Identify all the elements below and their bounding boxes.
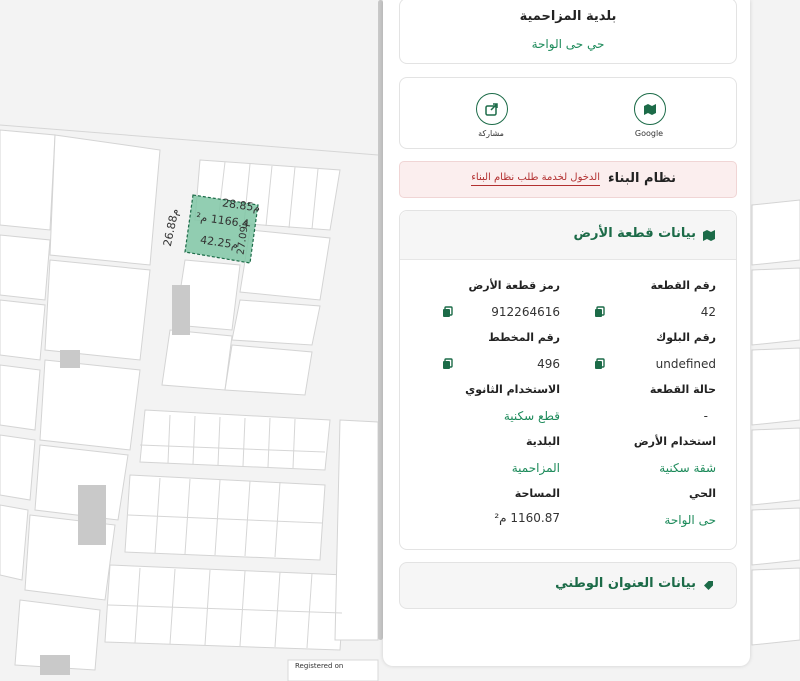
plot-number-value: 42 bbox=[700, 305, 716, 319]
area-value: 1160.87 م² bbox=[494, 511, 560, 525]
land-data-header: بيانات قطعة الأرض bbox=[400, 211, 736, 260]
building-system-link[interactable]: الدخول لخدمة طلب نظام البناء bbox=[471, 172, 600, 186]
building-system-title: نظام البناء bbox=[608, 171, 676, 186]
national-address-title: بيانات العنوان الوطني bbox=[555, 576, 696, 591]
google-label: Google bbox=[634, 129, 664, 138]
block-number-label: رقم البلوك bbox=[656, 331, 716, 344]
map-icon bbox=[644, 104, 656, 115]
registered-text: Registered on bbox=[295, 662, 344, 670]
land-use-value: شقة سكنية bbox=[659, 461, 716, 475]
land-code-value: 912264616 bbox=[491, 305, 560, 319]
municipality-title: بلدية المزاحمية bbox=[519, 9, 617, 24]
municipality-district: حي حى الواحة bbox=[531, 37, 605, 51]
map-icon bbox=[703, 230, 715, 241]
area-label: المساحة bbox=[514, 487, 560, 500]
land-code-label: رمز قطعة الأرض bbox=[468, 279, 560, 292]
plot-number-label: رقم القطعة bbox=[650, 279, 716, 292]
municipality-card: بلدية المزاحمية حي حى الواحة bbox=[399, 0, 737, 64]
plan-number-value: 496 bbox=[537, 357, 560, 371]
land-data-card: بيانات قطعة الأرض رقم القطعة 42 رمز قطعة… bbox=[399, 210, 737, 550]
block-number-value: undefined bbox=[655, 357, 716, 371]
copy-icon[interactable] bbox=[594, 306, 606, 318]
land-data-title: بيانات قطعة الأرض bbox=[573, 226, 696, 241]
share-label: مشاركة bbox=[478, 129, 504, 138]
national-address-card[interactable]: بيانات العنوان الوطني bbox=[399, 562, 737, 609]
secondary-use-label: الاستخدام الثانوي bbox=[465, 383, 560, 396]
plot-status-value: - bbox=[703, 409, 708, 423]
building-system-banner: نظام البناء الدخول لخدمة طلب نظام البناء bbox=[399, 161, 737, 198]
plan-number-label: رقم المخطط bbox=[488, 331, 560, 344]
district-label: الحي bbox=[689, 487, 716, 500]
share-icon bbox=[485, 103, 498, 116]
secondary-use-value: قطع سكنية bbox=[503, 409, 560, 423]
copy-icon[interactable] bbox=[442, 306, 454, 318]
plot-status-label: حالة القطعة bbox=[649, 383, 716, 396]
actions-card: مشاركة Google bbox=[399, 77, 737, 149]
share-button[interactable] bbox=[476, 93, 508, 125]
copy-icon[interactable] bbox=[594, 358, 606, 370]
location-tag-icon bbox=[704, 581, 713, 590]
municipality-value: المزاحمية bbox=[511, 461, 560, 475]
info-panel: بلدية المزاحمية حي حى الواحة مشاركة Goog… bbox=[383, 0, 750, 666]
municipality-label: البلدية bbox=[525, 435, 560, 448]
land-use-label: استخدام الأرض bbox=[633, 435, 716, 448]
google-button[interactable] bbox=[634, 93, 666, 125]
district-value: حى الواحة bbox=[664, 513, 716, 527]
copy-icon[interactable] bbox=[442, 358, 454, 370]
